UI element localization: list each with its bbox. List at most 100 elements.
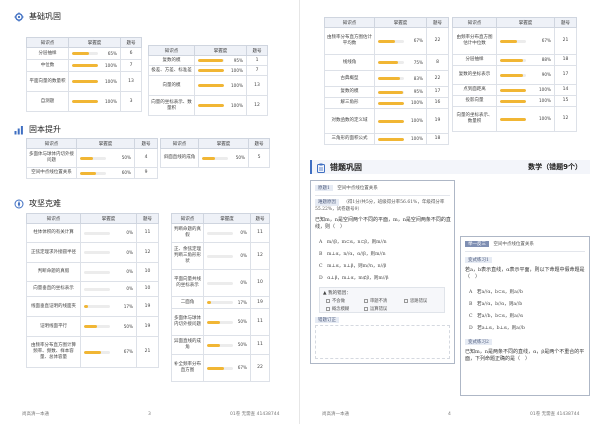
option-b[interactable]: B m⊥α，n//α，α//β，则m//n (319, 251, 386, 257)
section-improve-header: 固本提升 (14, 124, 61, 135)
wrong-section-title: 错题巩固 (330, 163, 362, 172)
question-number-cell: 11 (136, 223, 159, 243)
mastery-cell: 88% (496, 54, 555, 66)
mastery-percent: 0% (240, 253, 247, 258)
table-row: 多面体与球体内切外接问题 50% 4 (26, 148, 158, 168)
table-row: 复数的模 95% 1 (148, 55, 268, 66)
option-d[interactable]: D α⊥β，m⊥α，m⊄β，则m//β (319, 275, 388, 281)
mastery-percent: 60% (121, 170, 131, 175)
topic-cell: 正弦定理求外接圆半径 (26, 242, 81, 263)
mastery-bar-fill (198, 69, 224, 72)
knowledge-table: 知识点 掌握度 题号 复数的模 95% 1 极差、方差、标准差 100% 7 向量的模 100… (148, 45, 268, 116)
reason-option[interactable]: 审题不清 (364, 298, 387, 304)
option-a[interactable]: A 若a//α，b⊂α，则a//b (469, 289, 523, 295)
mastery-bar-fill (198, 84, 224, 87)
mastery-percent: 0% (126, 269, 133, 274)
mastery-bar (207, 343, 233, 347)
col-header-number: 题号 (250, 213, 270, 224)
mastery-bar-fill (378, 61, 398, 64)
page-number: 4 (448, 412, 451, 417)
topic-cell: 平面向量共线的坐标表示 (171, 269, 204, 297)
checkbox-icon (364, 306, 368, 311)
question-number-cell: 10 (250, 269, 270, 297)
col-header-number: 题号 (246, 45, 268, 56)
col-header-mastery: 掌握度 (194, 45, 247, 56)
question-number-cell: 19 (426, 108, 449, 134)
option-d[interactable]: D 若a⊥α，b⊥α，则a//b (469, 325, 525, 331)
question-number-cell: 6 (120, 47, 142, 60)
checkbox-icon (404, 298, 408, 303)
table-row: 极差、方差、标准差 100% 7 (148, 65, 268, 76)
divider (315, 195, 450, 196)
mastery-bar (198, 59, 224, 62)
topic-cell: 古典概型 (324, 70, 375, 87)
col-header-number: 题号 (136, 213, 159, 224)
mastery-bar-fill (80, 156, 93, 160)
table-row: 正、余弦定理判断三角形形状 0% 12 (171, 242, 270, 270)
question-number-cell: 1 (246, 55, 268, 66)
mastery-percent: 67% (541, 38, 551, 43)
col-header-mastery: 掌握度 (80, 213, 137, 224)
option-a[interactable]: A m//β，m⊂α，n⊂β，则m//n (319, 239, 387, 245)
col-header-number: 题号 (134, 138, 158, 149)
option-c[interactable]: C 若a//b，b⊂α，则a//α (469, 313, 523, 319)
mastery-cell: 95% (194, 55, 247, 66)
mastery-cell: 17% (80, 296, 137, 317)
notes-area[interactable] (315, 325, 450, 359)
topic-cell: 自测题 (26, 91, 69, 112)
mastery-percent: 75% (413, 59, 423, 65)
mastery-bar-fill (198, 59, 223, 62)
question-number-cell: 21 (136, 336, 159, 368)
mastery-cell: 50% (203, 335, 251, 355)
table-row: 补全频率分布直方图 67% 22 (171, 354, 270, 382)
topic-cell: 多面体与球体内切外接问题 (171, 308, 204, 336)
checkbox-icon (326, 306, 330, 311)
mastery-percent: 67% (237, 365, 247, 370)
mastery-bar-fill (500, 58, 523, 62)
col-header-mastery: 掌握度 (374, 17, 427, 28)
question-number-cell: 4 (134, 148, 158, 168)
table-row: 空间中点线位置关系 60% 9 (26, 167, 158, 179)
mastery-bar-fill (207, 343, 220, 347)
table-row: 向量垂直的坐标表示 0% 10 (26, 281, 159, 297)
option-b[interactable]: B 若a//α，b//α，则a//b (469, 301, 522, 307)
topic-cell: 三角形的面积公式 (324, 133, 375, 145)
mastery-bar (207, 254, 233, 258)
mastery-cell: 67% (203, 354, 251, 382)
mastery-cell: 50% (76, 148, 135, 168)
footer-brand: 尚高清一本通 (322, 412, 349, 417)
question-number-cell: 3 (120, 91, 142, 112)
question-tag: 举一反三 (465, 241, 489, 247)
question-number-cell: 19 (250, 296, 270, 309)
reason-option[interactable]: 不会做 (326, 298, 345, 304)
topic-cell: 由频率分布直方图估计平均数 (324, 27, 375, 55)
question-number-cell: 15 (554, 95, 577, 107)
mastery-percent: 50% (235, 155, 245, 160)
footer-code: 01卷 无需查 41438744 (230, 412, 280, 417)
mastery-cell: 50% (198, 148, 249, 168)
mastery-bar-fill (72, 100, 98, 103)
mastery-bar-fill (72, 52, 89, 55)
col-header-mastery: 掌握度 (68, 37, 121, 48)
reason-option[interactable]: 概念模糊 (326, 306, 349, 312)
topic-cell: 判断命题的真假 (171, 223, 204, 243)
topic-cell: 空间中点线位置关系 (26, 167, 77, 179)
checkbox-icon (326, 298, 330, 303)
reason-option[interactable]: 运算错误 (364, 306, 387, 312)
reason-option[interactable]: 思路错误 (404, 298, 427, 304)
col-header-number: 题号 (248, 138, 270, 149)
mastery-cell: 67% (496, 27, 555, 55)
col-header-topic: 知识点 (26, 138, 77, 149)
topic-cell: 柱体体积的有关计算 (26, 223, 81, 243)
question-topic: 空间中点线位置关系 (493, 242, 534, 247)
mastery-bar (80, 156, 106, 160)
mastery-bar-fill (500, 73, 524, 77)
table-row: 平面向量的数量积 100% 13 (26, 71, 142, 92)
col-header-topic: 知识点 (171, 213, 204, 224)
question-stem: 若a，b表示直线，α表示平面，则以下命题中假命题是（ ） (465, 267, 585, 280)
option-c[interactable]: C m⊥α，n⊥β，则m//n，n//β (319, 263, 386, 269)
question-card: 原题1 空间中点线位置关系 难题原因 （得1分/共5分，班级得分率56.61%，… (310, 180, 455, 364)
topic-cell: 复数的模 (324, 86, 375, 98)
table-row: 三角形的面积公式 100% 18 (324, 133, 449, 145)
mastery-cell: 50% (203, 308, 251, 336)
